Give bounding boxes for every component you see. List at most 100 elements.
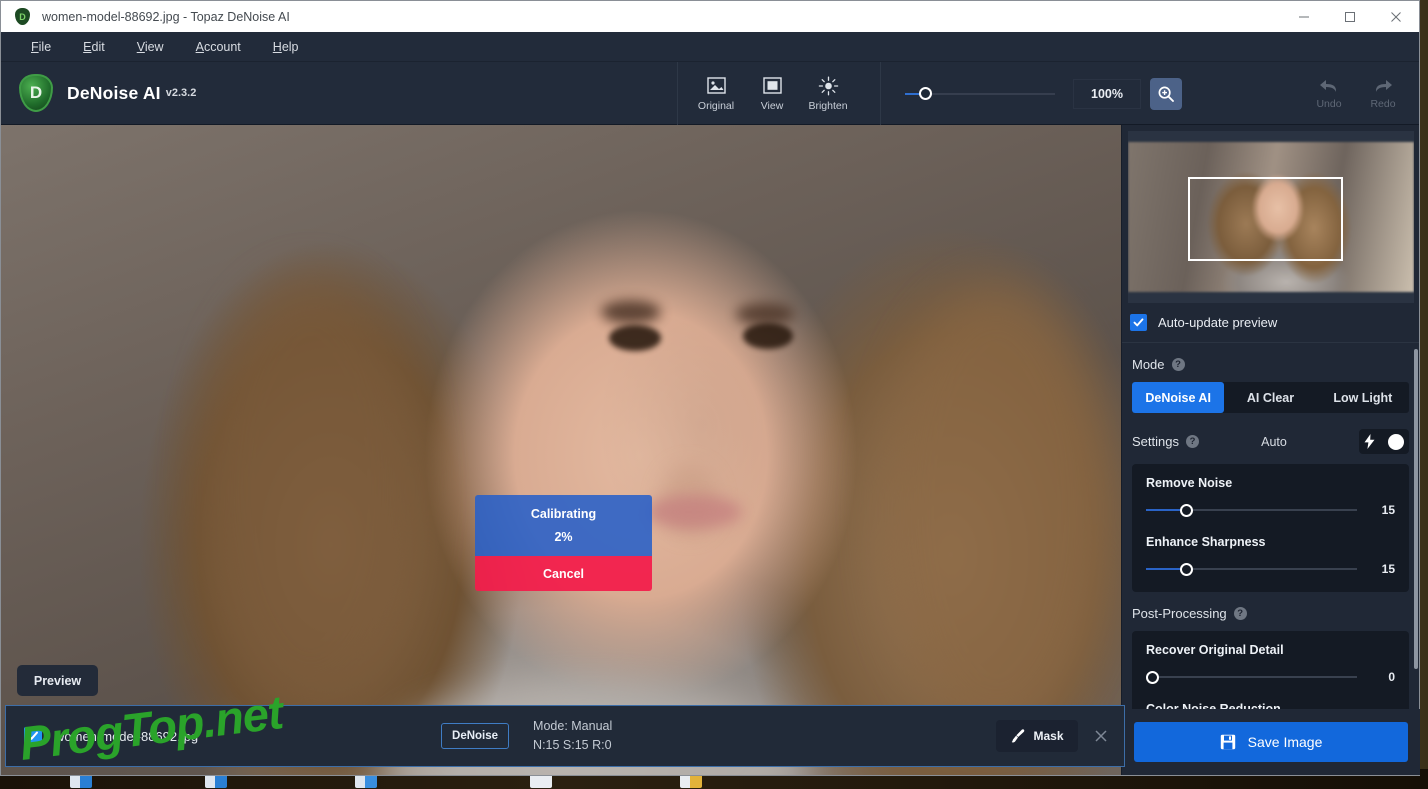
file-values-line: N:15 S:15 R:0	[533, 738, 612, 752]
menu-bar: File Edit View Account Help	[1, 32, 1419, 62]
auto-update-preview-row[interactable]: Auto-update preview	[1122, 303, 1419, 343]
navigator-thumbnail[interactable]	[1128, 131, 1414, 303]
settings-panel: Auto-update preview Mode ? DeNoise AI AI…	[1121, 125, 1420, 775]
recover-original-detail-slider-row: 0	[1146, 670, 1395, 684]
zoom-level-value[interactable]: 100%	[1073, 78, 1141, 109]
view-tools-group: Original View Brighten 100%	[677, 62, 1182, 125]
app-name: DeNoise AI	[67, 82, 161, 103]
save-disk-icon	[1220, 734, 1235, 750]
help-icon[interactable]: ?	[1171, 358, 1185, 371]
image-icon	[705, 76, 727, 96]
menu-item-view[interactable]: View	[121, 32, 180, 62]
cancel-button[interactable]: Cancel	[475, 556, 652, 591]
tool-brighten-label: Brighten	[808, 99, 848, 112]
image-canvas[interactable]: Preview Calibrating 2% Cancel	[1, 125, 1121, 775]
menu-label-account-rest: ccount	[203, 39, 241, 54]
menu-item-file[interactable]: File	[15, 32, 67, 62]
zoom-slider-handle[interactable]	[919, 87, 932, 100]
maximize-icon[interactable]	[1327, 1, 1373, 32]
save-image-label: Save Image	[1247, 734, 1323, 750]
file-settings-summary: Mode: Manual N:15 S:15 R:0	[533, 717, 753, 755]
mode-tab-ai-clear[interactable]: AI Clear	[1224, 382, 1316, 413]
auto-label: Auto	[1261, 434, 1287, 449]
menu-item-account[interactable]: Account	[180, 32, 257, 62]
tool-original[interactable]: Original	[688, 76, 744, 112]
menu-label-view-rest: iew	[144, 39, 164, 54]
auto-update-label: Auto-update preview	[1158, 315, 1278, 330]
zoom-control-group: 100%	[880, 62, 1182, 125]
enhance-sharpness-label: Enhance Sharpness	[1146, 535, 1266, 549]
logo-letter: D	[29, 83, 43, 102]
calibrating-dialog: Calibrating 2% Cancel	[475, 495, 652, 591]
denoise-button[interactable]: DeNoise	[441, 723, 510, 749]
remove-noise-slider[interactable]	[1146, 503, 1357, 517]
mode-tabs: DeNoise AI AI Clear Low Light	[1132, 382, 1409, 413]
remove-noise-slider-row: 15	[1146, 503, 1395, 517]
auto-toggle[interactable]	[1358, 429, 1409, 454]
menu-item-help[interactable]: Help	[257, 32, 315, 62]
topaz-denoise-window: D women-model-88692.jpg - Topaz DeNoise …	[0, 0, 1420, 776]
history-controls: Undo Redo	[1307, 62, 1405, 125]
toggle-knob	[1387, 433, 1404, 450]
settings-title: Settings	[1132, 434, 1179, 449]
post-processing-section-header: Post-Processing ?	[1132, 592, 1409, 631]
file-mode-line: Mode: Manual	[533, 719, 613, 733]
tool-view[interactable]: View	[744, 76, 800, 112]
navigator-section	[1122, 125, 1419, 303]
title-bar[interactable]: D women-model-88692.jpg - Topaz DeNoise …	[1, 1, 1419, 32]
tool-brighten[interactable]: Brighten	[800, 76, 856, 112]
menu-label-edit-rest: dit	[91, 39, 105, 54]
square-icon	[761, 76, 783, 96]
recover-original-detail-slider[interactable]	[1146, 670, 1357, 684]
preview-button[interactable]: Preview	[17, 665, 98, 696]
app-toolbar: D DeNoise AI v2.3.2 Original View Bright…	[1, 62, 1419, 125]
redo-arrow-icon	[1375, 80, 1392, 92]
panel-scroll-area[interactable]: Mode ? DeNoise AI AI Clear Low Light Set…	[1122, 343, 1419, 738]
photo-detail	[736, 303, 794, 325]
file-checkbox[interactable]	[24, 727, 42, 745]
save-image-button[interactable]: Save Image	[1134, 722, 1408, 762]
navigator-viewport-rect[interactable]	[1188, 177, 1343, 261]
auto-update-checkbox[interactable]	[1130, 314, 1147, 331]
post-processing-title: Post-Processing	[1132, 606, 1227, 621]
save-bar: Save Image	[1122, 709, 1420, 775]
file-name: women-model-88692.jpg	[55, 728, 199, 744]
menu-label-help-rest: elp	[281, 39, 299, 54]
mode-title: Mode	[1132, 357, 1165, 372]
menu-item-edit[interactable]: Edit	[67, 32, 121, 62]
undo-label: Undo	[1316, 98, 1342, 110]
help-icon[interactable]: ?	[1233, 607, 1247, 620]
mode-tab-low-light[interactable]: Low Light	[1317, 382, 1409, 413]
minimize-icon[interactable]	[1281, 1, 1327, 32]
enhance-sharpness-slider-row: 15	[1146, 562, 1395, 576]
zoom-slider[interactable]	[905, 87, 1055, 101]
app-version: v2.3.2	[165, 87, 197, 99]
settings-sliders-card: Remove Noise 15 Enhance Sharpness 15	[1132, 464, 1409, 592]
slider-handle[interactable]	[1179, 562, 1193, 576]
close-icon[interactable]	[1373, 1, 1419, 32]
application-window-root: D women-model-88692.jpg - Topaz DeNoise …	[0, 0, 1428, 789]
redo-button[interactable]: Redo	[1361, 77, 1405, 110]
photo-detail	[601, 300, 661, 324]
enhance-sharpness-slider[interactable]	[1146, 562, 1357, 576]
undo-button[interactable]: Undo	[1307, 77, 1351, 110]
remove-noise-value: 15	[1381, 503, 1395, 517]
photo-detail	[743, 323, 793, 349]
brush-icon	[1012, 729, 1025, 743]
mode-tab-denoise-ai[interactable]: DeNoise AI	[1132, 382, 1225, 413]
photo-detail	[646, 495, 742, 529]
lightning-icon	[1364, 434, 1375, 449]
slider-handle[interactable]	[1146, 670, 1159, 684]
close-icon[interactable]	[1078, 729, 1124, 743]
help-icon[interactable]: ?	[1185, 435, 1199, 448]
slider-handle[interactable]	[1179, 503, 1193, 517]
mask-button[interactable]: Mask	[996, 720, 1078, 752]
window-controls	[1281, 1, 1419, 32]
settings-section-header: Settings ? Auto	[1132, 413, 1409, 464]
photo-detail	[881, 285, 1111, 735]
sun-icon	[817, 76, 839, 96]
window-title: women-model-88692.jpg - Topaz DeNoise AI	[42, 9, 290, 24]
magnifier-plus-icon[interactable]	[1150, 77, 1182, 110]
recover-original-detail-label: Recover Original Detail	[1146, 643, 1284, 657]
panel-scrollbar[interactable]	[1414, 349, 1418, 669]
